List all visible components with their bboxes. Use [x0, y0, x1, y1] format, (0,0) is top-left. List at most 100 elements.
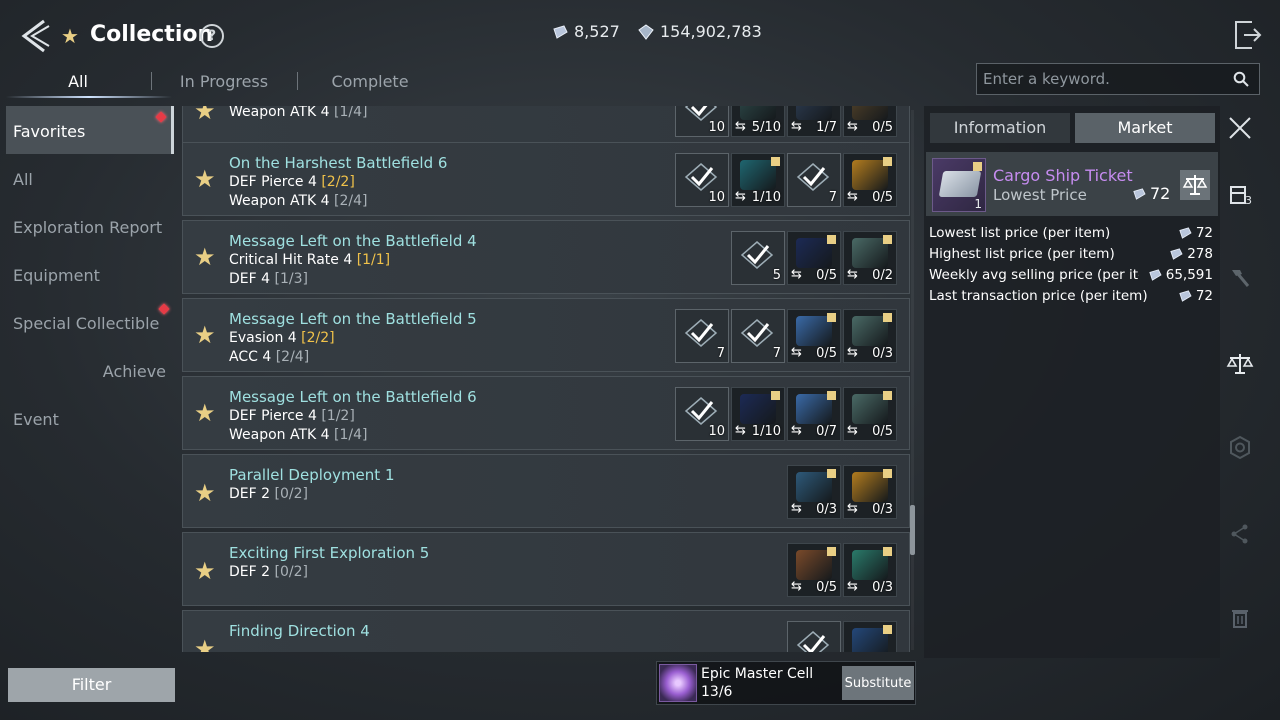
sidebar-item-event[interactable]: Event [6, 394, 174, 442]
collection-row[interactable]: ★ Message Left on the Battlefield 5 Evasio… [182, 298, 910, 372]
collection-row[interactable]: ★ On the Harshest Battlefield 6 DEF Pierce… [182, 142, 910, 216]
item-slot[interactable]: ⇆ 0/5 [787, 231, 841, 285]
check-icon [796, 631, 830, 652]
stat-label: DEF 4 [229, 271, 271, 287]
stat-label: DEF 2 [229, 486, 271, 502]
item-slot[interactable]: 7 [731, 309, 785, 363]
collection-row[interactable]: ★ Finding Direction 4 [182, 610, 910, 652]
item-slot[interactable]: ⇆ 0/7 [787, 387, 841, 441]
sidebar-item-exploration-report[interactable]: Exploration Report [6, 202, 174, 250]
item-slot[interactable]: 5 [731, 231, 785, 285]
favorite-star-icon[interactable]: ★ [194, 106, 216, 125]
item-slot[interactable] [787, 621, 841, 652]
favorite-star-icon[interactable]: ★ [194, 165, 216, 193]
diamond-icon [638, 23, 654, 40]
substitute-button[interactable]: Substitute [842, 666, 914, 700]
search-icon[interactable] [1233, 71, 1249, 87]
item-slot[interactable]: ⇆ 0/5 [787, 309, 841, 363]
item-count: 5 [772, 268, 781, 283]
item-slot[interactable]: ⇆ 0/5 [843, 387, 897, 441]
item-slots: 5 ⇆ 0/5 ⇆ 0/2 [731, 231, 897, 285]
sidebar-item-achieve[interactable]: Achieve [6, 346, 174, 394]
item-tag-icon [883, 469, 892, 478]
item-slot[interactable]: 7 [787, 153, 841, 207]
item-slot[interactable]: ⇆ 0/3 [787, 465, 841, 519]
scrollbar-thumb[interactable] [910, 505, 915, 555]
item-slot[interactable]: 7 [675, 309, 729, 363]
item-slot[interactable]: ⇆ 0/5 [843, 106, 897, 137]
item-slot[interactable]: ⇆ 1/7 [787, 106, 841, 137]
exit-icon[interactable] [1232, 18, 1262, 52]
collection-stat: Weapon ATK 4 [1/4] [229, 106, 368, 120]
favorite-star-icon[interactable]: ★ [194, 321, 216, 349]
collection-row[interactable]: ★ Message Left on the Battlefield 4 Critic… [182, 220, 910, 294]
collection-name: On the Harshest Battlefield 6 [229, 154, 448, 172]
share-icon[interactable] [1226, 520, 1254, 548]
item-tag-icon [883, 625, 892, 634]
item-slot[interactable]: 10 [675, 387, 729, 441]
item-count: 0/5 [816, 346, 837, 361]
collection-row[interactable]: ★ Message Left on the Battlefield 6 DEF Pi… [182, 376, 910, 450]
collection-stat: DEF Pierce 4 [2/2] [229, 174, 355, 190]
sidebar-item-equipment[interactable]: Equipment [6, 250, 174, 298]
item-slot[interactable]: ⇆ 0/2 [843, 231, 897, 285]
favorite-star-icon[interactable]: ★ [194, 635, 216, 652]
gear-icon[interactable] [1226, 434, 1254, 462]
favorite-star-icon[interactable]: ★ [194, 557, 216, 585]
item-art [852, 106, 888, 120]
item-slot[interactable]: 10 [675, 153, 729, 207]
item-quantity: 1 [974, 197, 982, 211]
collection-stat: DEF 2 [0/2] [229, 564, 308, 580]
item-slot[interactable]: 10 [675, 106, 729, 137]
star-icon: ★ [61, 24, 79, 48]
item-slot[interactable] [843, 621, 897, 652]
tab-information[interactable]: Information [930, 113, 1070, 143]
item-art [796, 106, 832, 120]
sidebar-item-favorites[interactable]: Favorites [6, 106, 174, 154]
inventory-button[interactable]: 3 [1226, 182, 1254, 210]
tab-market[interactable]: Market [1075, 113, 1215, 143]
scale-icon[interactable] [1180, 170, 1210, 200]
tab-in-progress[interactable]: In Progress [152, 64, 296, 99]
tab-all[interactable]: All [6, 64, 150, 99]
item-slot[interactable]: ⇆ 0/3 [843, 543, 897, 597]
trash-icon[interactable] [1226, 604, 1254, 632]
item-count: 10 [708, 120, 725, 135]
hammer-icon[interactable] [1226, 264, 1254, 292]
swap-icon: ⇆ [735, 189, 746, 204]
item-slot[interactable]: ⇆ 1/10 [731, 153, 785, 207]
back-arrow-icon[interactable] [18, 18, 52, 54]
scrollbar-track[interactable] [911, 110, 914, 650]
collection-list[interactable]: ★ Weapon ATK 4 [1/4] 10 ⇆ 5/10 ⇆ 1/7 ⇆ 0/5 ★ On th… [182, 106, 910, 652]
close-icon[interactable] [1228, 116, 1252, 140]
help-icon[interactable]: ? [200, 24, 224, 48]
stat-progress: [0/2] [274, 486, 308, 502]
favorite-star-icon[interactable]: ★ [194, 479, 216, 507]
item-slot[interactable]: ⇆ 0/5 [787, 543, 841, 597]
item-slot[interactable]: ⇆ 0/3 [843, 465, 897, 519]
price-label: Highest list price (per item) [929, 245, 1115, 262]
item-slot[interactable]: ⇆ 5/10 [731, 106, 785, 137]
item-slot[interactable]: ⇆ 0/5 [843, 153, 897, 207]
collection-stat: DEF 4 [1/3] [229, 271, 308, 287]
favorite-star-icon[interactable]: ★ [194, 399, 216, 427]
material-count: 13/6 [701, 684, 733, 700]
collection-name: Message Left on the Battlefield 6 [229, 388, 477, 406]
sidebar-item-all[interactable]: All [6, 154, 174, 202]
item-slot[interactable]: ⇆ 1/10 [731, 387, 785, 441]
scale-icon[interactable] [1226, 350, 1254, 378]
item-count: 0/3 [872, 346, 893, 361]
favorite-star-icon[interactable]: ★ [194, 243, 216, 271]
sidebar-item-special-collectible[interactable]: Special Collectible [6, 298, 174, 346]
cargo-ticket-icon: 1 [932, 158, 986, 212]
item-tag-icon [883, 547, 892, 556]
collection-row[interactable]: ★ Parallel Deployment 1 DEF 2 [0/2] ⇆ 0/3 ⇆ 0/… [182, 454, 910, 528]
search-input[interactable] [977, 64, 1227, 94]
item-slot[interactable]: ⇆ 0/3 [843, 309, 897, 363]
tab-complete[interactable]: Complete [298, 64, 442, 99]
collection-row[interactable]: ★ Weapon ATK 4 [1/4] 10 ⇆ 5/10 ⇆ 1/7 ⇆ 0/5 [182, 106, 910, 146]
collection-row[interactable]: ★ Exciting First Exploration 5 DEF 2 [0/2]… [182, 532, 910, 606]
filter-button[interactable]: Filter [8, 668, 175, 702]
collection-stat: DEF 2 [0/2] [229, 486, 308, 502]
item-count: 0/5 [816, 268, 837, 283]
